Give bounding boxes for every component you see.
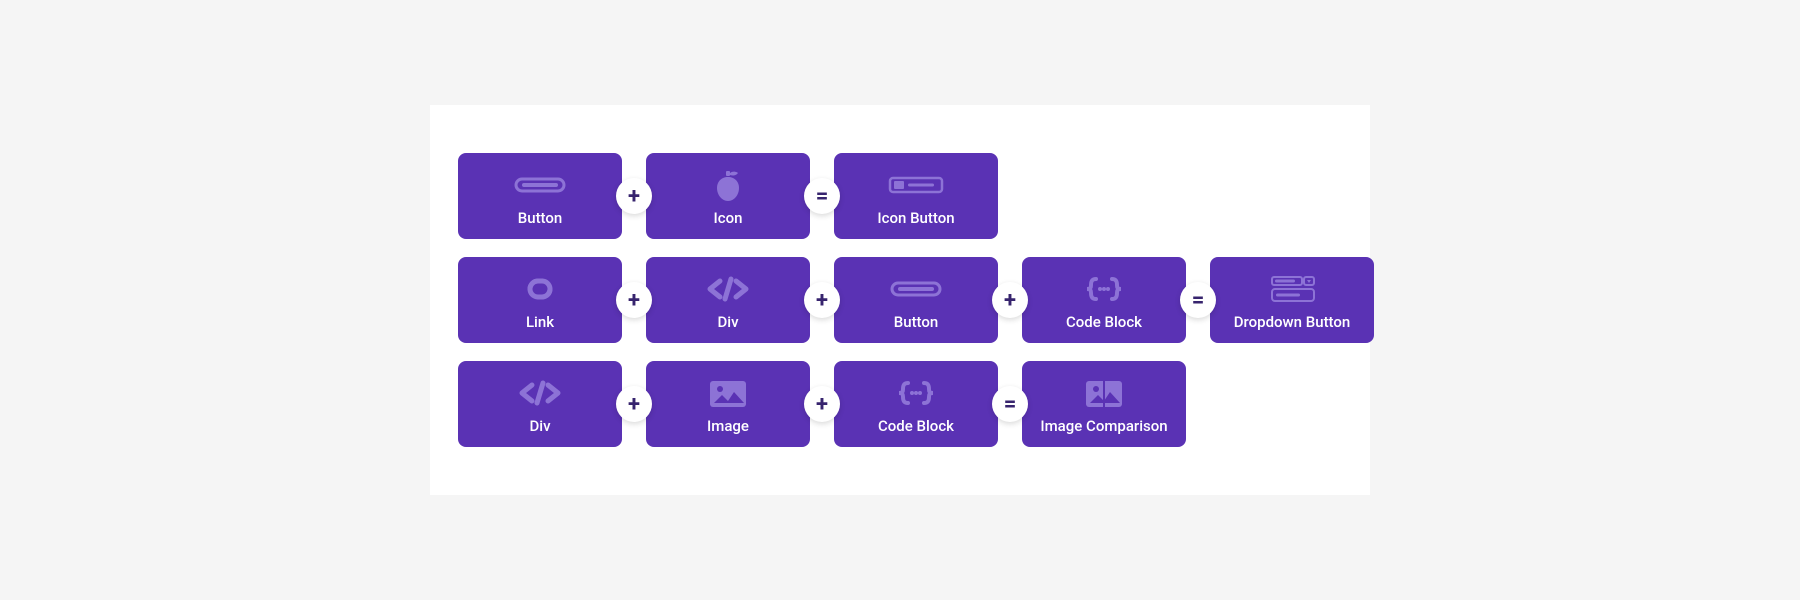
plus-operator: + <box>804 386 840 422</box>
card-label: Button <box>894 313 939 331</box>
image-comparison-icon <box>1069 373 1139 413</box>
icon-button-icon <box>881 165 951 205</box>
plus-operator: + <box>804 282 840 318</box>
card-label: Image Comparison <box>1040 417 1167 435</box>
card-label: Icon Button <box>877 209 954 227</box>
card-code-block: Code Block <box>1022 257 1186 343</box>
card-div: Div <box>646 257 810 343</box>
button-icon <box>505 165 575 205</box>
card-link: Link <box>458 257 622 343</box>
card-div: Div <box>458 361 622 447</box>
div-icon <box>693 269 763 309</box>
card-code-block: Code Block <box>834 361 998 447</box>
plus-operator: + <box>616 386 652 422</box>
diagram-panel: Button + Icon = Icon Button Link + Div + Button + C… <box>430 105 1370 495</box>
equation-row: Link+Div+Button+Code Block=Dropdown Butt… <box>458 257 1342 343</box>
card-label: Code Block <box>878 417 954 435</box>
equals-operator: = <box>1180 282 1216 318</box>
code-block-icon <box>881 373 951 413</box>
card-label: Div <box>717 313 738 331</box>
div-icon <box>505 373 575 413</box>
equals-operator: = <box>992 386 1028 422</box>
button-icon <box>881 269 951 309</box>
image-icon <box>693 373 763 413</box>
plus-operator: + <box>616 178 652 214</box>
card-label: Div <box>529 417 550 435</box>
card-dropdown-button: Dropdown Button <box>1210 257 1374 343</box>
card-label: Icon <box>714 209 743 227</box>
card-image-comparison: Image Comparison <box>1022 361 1186 447</box>
card-label: Button <box>518 209 563 227</box>
card-image: Image <box>646 361 810 447</box>
card-button: Button <box>458 153 622 239</box>
plus-operator: + <box>992 282 1028 318</box>
card-label: Image <box>707 417 749 435</box>
card-label: Link <box>526 313 554 331</box>
card-label: Code Block <box>1066 313 1142 331</box>
link-icon <box>505 269 575 309</box>
card-icon-button: Icon Button <box>834 153 998 239</box>
code-block-icon <box>1069 269 1139 309</box>
icon-icon <box>693 165 763 205</box>
equals-operator: = <box>804 178 840 214</box>
card-icon: Icon <box>646 153 810 239</box>
card-button: Button <box>834 257 998 343</box>
equation-row: Div + Image + Code Block = Image Comparison <box>458 361 1342 447</box>
card-label: Dropdown Button <box>1234 313 1351 331</box>
plus-operator: + <box>616 282 652 318</box>
dropdown-button-icon <box>1257 269 1327 309</box>
equation-row: Button + Icon = Icon Button <box>458 153 1342 239</box>
